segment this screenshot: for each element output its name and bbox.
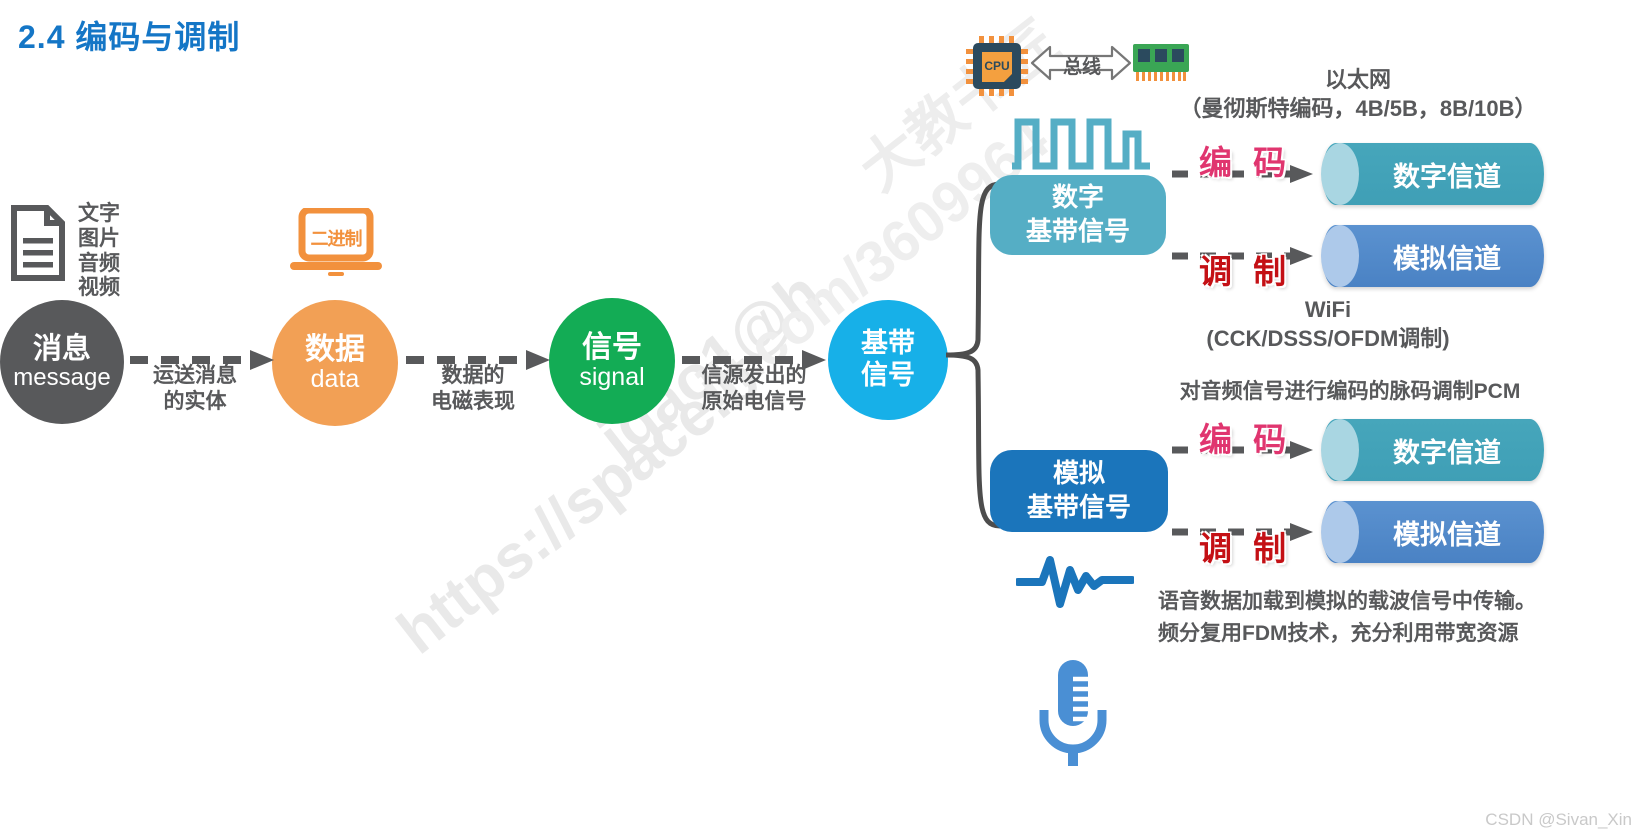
- flow-label-1-line-1: 运送消息: [153, 364, 237, 387]
- microphone-icon: [1039, 660, 1107, 766]
- fdm-line-2: 频分复用FDM技术，充分利用带宽资源: [1158, 621, 1519, 645]
- encode-label-1: 编 码: [1199, 144, 1293, 181]
- flow-label-3-line-1: 信源发出的: [701, 364, 807, 387]
- ethernet-detail: （曼彻斯特编码，4B/5B，8B/10B）: [1179, 95, 1537, 121]
- channel-analog-1-label: 模拟信道: [1393, 243, 1501, 274]
- modulate-label-1: 调 制: [1199, 253, 1293, 290]
- channel-analog-1: 模拟信道: [1321, 225, 1544, 287]
- svg-text:CPU: CPU: [984, 59, 1009, 73]
- channel-analog-2: 模拟信道: [1321, 501, 1544, 563]
- node-signal-en: signal: [579, 362, 645, 391]
- pcm-annotation: 对音频信号进行编码的脉码调制PCM: [1179, 380, 1521, 403]
- node-data-en: data: [310, 364, 360, 393]
- flow-label-3: 信源发出的 原始电信号: [686, 363, 822, 416]
- node-baseband-cn-2: 信号: [861, 360, 915, 390]
- flow-label-2-line-1: 数据的: [441, 364, 505, 387]
- ethernet-title: 以太网: [1324, 67, 1391, 92]
- digital-baseband-line-1: 数字: [1051, 182, 1104, 213]
- digital-baseband-box: 数字 基带信号: [990, 175, 1166, 255]
- node-message: 消息 message: [0, 300, 124, 424]
- document-type-label: 文字 图片 音频 视频: [78, 202, 120, 301]
- fdm-annotation: 语音数据加载到模拟的载波信号中传输。 频分复用FDM技术，充分利用带宽资源: [1158, 586, 1640, 649]
- analog-baseband-box: 模拟 基带信号: [990, 450, 1168, 532]
- ethernet-annotation: 以太网 （曼彻斯特编码，4B/5B，8B/10B）: [1158, 66, 1558, 123]
- wifi-annotation: WiFi (CCK/DSSS/OFDM调制): [1158, 296, 1498, 353]
- channel-digital-2: 数字信道: [1321, 419, 1544, 481]
- fdm-line-1: 语音数据加载到模拟的载波信号中传输。: [1158, 590, 1536, 613]
- channel-digital-1-label: 数字信道: [1393, 161, 1501, 192]
- square-wave-icon: [1012, 118, 1150, 170]
- node-data: 数据 data: [272, 300, 398, 426]
- wifi-title: WiFi: [1304, 297, 1352, 322]
- doc-label-line-4: 视频: [78, 276, 120, 300]
- flow-label-2-line-2: 电磁表现: [431, 390, 515, 414]
- flow-label-2: 数据的 电磁表现: [410, 363, 536, 416]
- bus-label: 总线: [1062, 57, 1101, 78]
- doc-label-line-1: 文字: [78, 202, 120, 225]
- node-message-cn: 消息: [32, 333, 91, 366]
- node-baseband: 基带 信号: [828, 300, 948, 420]
- audio-waveform-icon: [1016, 556, 1134, 608]
- csdn-credit: CSDN @Sivan_Xin: [1485, 810, 1632, 829]
- page-title: 2.4 编码与调制: [18, 19, 241, 55]
- digital-baseband-line-2: 基带信号: [1025, 216, 1130, 246]
- channel-analog-2-label: 模拟信道: [1393, 519, 1501, 550]
- modulate-label-2: 调 制: [1199, 530, 1293, 567]
- diagram-canvas: https://space.b jgao1@h ili.com/3609964 …: [0, 0, 1640, 836]
- analog-baseband-line-2: 基带信号: [1026, 492, 1131, 522]
- laptop-binary-label: 二进制: [310, 229, 363, 249]
- channel-digital-2-label: 数字信道: [1393, 437, 1501, 468]
- cpu-icon: CPU: [966, 36, 1028, 96]
- node-signal: 信号 signal: [549, 298, 675, 424]
- doc-label-line-3: 音频: [78, 251, 120, 275]
- encode-label-2: 编 码: [1199, 421, 1293, 458]
- flow-label-1: 运送消息 的实体: [134, 363, 256, 416]
- node-signal-cn: 信号: [582, 331, 642, 365]
- doc-label-line-2: 图片: [78, 226, 120, 250]
- flow-label-3-line-2: 原始电信号: [701, 390, 807, 414]
- node-data-cn: 数据: [305, 333, 365, 367]
- wifi-detail: (CCK/DSSS/OFDM调制): [1206, 325, 1450, 351]
- node-baseband-cn-1: 基带: [861, 328, 915, 359]
- node-message-en: message: [13, 363, 111, 391]
- flow-label-1-line-2: 的实体: [163, 390, 227, 414]
- channel-digital-1: 数字信道: [1321, 143, 1544, 205]
- document-icon: [11, 205, 65, 281]
- analog-baseband-line-1: 模拟: [1052, 458, 1105, 489]
